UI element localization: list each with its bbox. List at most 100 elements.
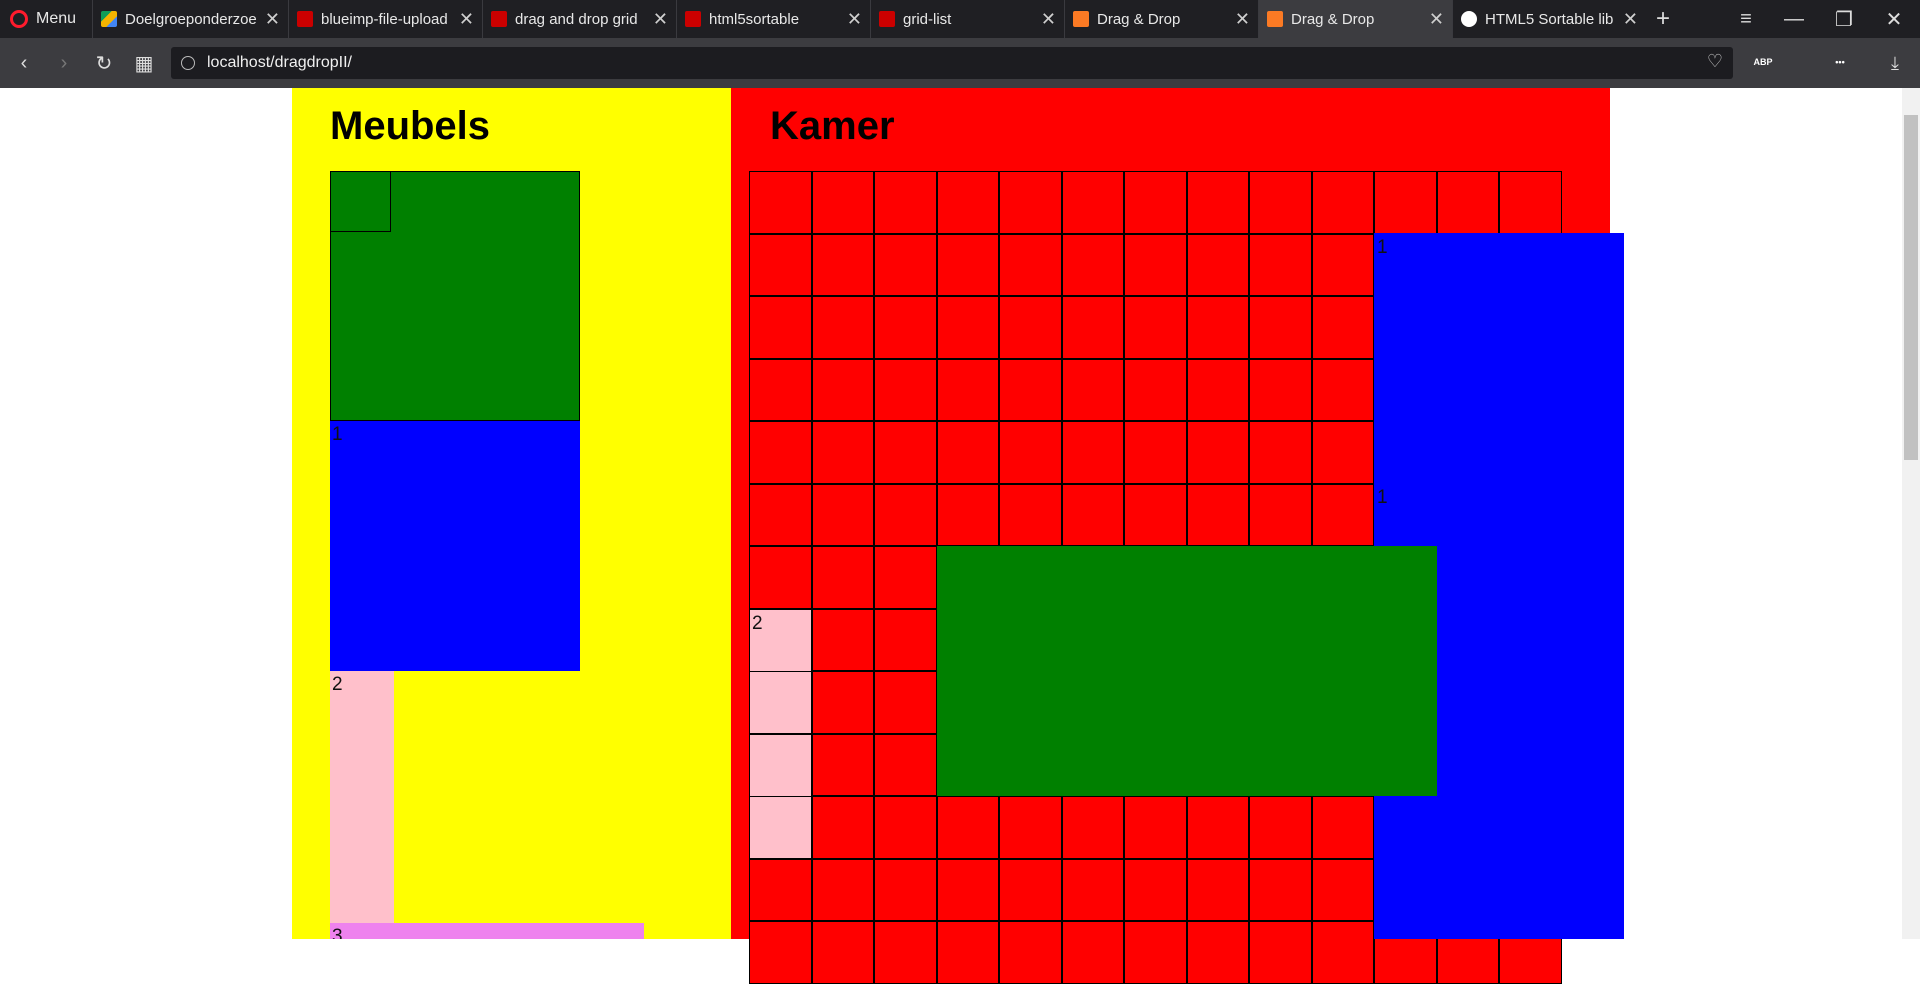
- grid-cell[interactable]: [1311, 796, 1374, 859]
- grid-cell[interactable]: [1124, 921, 1187, 984]
- grid-cell[interactable]: [811, 921, 874, 984]
- grid-cell[interactable]: [1124, 858, 1187, 921]
- grid-cell[interactable]: [999, 421, 1062, 484]
- grid-cell[interactable]: [1124, 796, 1187, 859]
- bookmark-heart-icon[interactable]: ♡: [1707, 51, 1723, 72]
- grid-cell[interactable]: [749, 421, 812, 484]
- grid-cell[interactable]: [1061, 358, 1124, 421]
- close-icon[interactable]: ✕: [1429, 9, 1444, 30]
- grid-cell[interactable]: [1249, 296, 1312, 359]
- window-close-icon[interactable]: ✕: [1874, 0, 1914, 38]
- grid-cell[interactable]: [1249, 171, 1312, 234]
- browser-tab[interactable]: Drag & Drop ✕: [1064, 0, 1258, 38]
- grid-cell[interactable]: [1499, 171, 1562, 234]
- browser-tab[interactable]: HTML5 Sortable lib ✕: [1452, 0, 1646, 38]
- grid-cell[interactable]: [936, 421, 999, 484]
- grid-cell[interactable]: [1311, 233, 1374, 296]
- grid-cell[interactable]: [1186, 858, 1249, 921]
- adblock-plus-icon[interactable]: ABP: [1752, 51, 1774, 73]
- grid-cell[interactable]: [999, 858, 1062, 921]
- grid-cell[interactable]: [1311, 358, 1374, 421]
- grid-cell[interactable]: [1249, 358, 1312, 421]
- grid-cell[interactable]: [874, 171, 937, 234]
- furniture-item-blue[interactable]: 1: [330, 421, 580, 671]
- grid-cell[interactable]: [1311, 296, 1374, 359]
- grid-cell[interactable]: [1061, 858, 1124, 921]
- grid-cell[interactable]: [749, 921, 812, 984]
- grid-cell[interactable]: [874, 858, 937, 921]
- grid-cell[interactable]: [999, 233, 1062, 296]
- furniture-item-green[interactable]: [330, 171, 580, 421]
- restore-icon[interactable]: ❐: [1824, 0, 1864, 38]
- grid-cell[interactable]: [1061, 483, 1124, 546]
- grid-cell[interactable]: [1061, 171, 1124, 234]
- forward-arrow-icon[interactable]: ›: [46, 38, 82, 88]
- browser-tab[interactable]: blueimp-file-upload ✕: [288, 0, 482, 38]
- grid-cell[interactable]: [1124, 358, 1187, 421]
- grid-cell[interactable]: [1311, 858, 1374, 921]
- grid-cell[interactable]: [749, 546, 812, 609]
- grid-cell[interactable]: [936, 858, 999, 921]
- grid-cell[interactable]: [1436, 171, 1499, 234]
- grid-cell[interactable]: [811, 233, 874, 296]
- browser-tab[interactable]: drag and drop grid ✕: [482, 0, 676, 38]
- grid-cell[interactable]: [1061, 921, 1124, 984]
- grid-cell[interactable]: [936, 921, 999, 984]
- url-input[interactable]: localhost/dragdropII/ ♡: [171, 47, 1733, 79]
- grid-cell[interactable]: [811, 483, 874, 546]
- furniture-item-violet[interactable]: 3: [330, 923, 644, 939]
- grid-cell[interactable]: [999, 483, 1062, 546]
- grid-cell[interactable]: [874, 796, 937, 859]
- reload-icon[interactable]: ↻: [86, 38, 122, 88]
- grid-cell[interactable]: [811, 358, 874, 421]
- close-icon[interactable]: ✕: [1041, 9, 1056, 30]
- grid-cell[interactable]: [999, 296, 1062, 359]
- grid-cell[interactable]: [811, 421, 874, 484]
- page-scrollbar-thumb[interactable]: [1904, 115, 1918, 460]
- opera-menu-button[interactable]: Menu: [0, 0, 90, 38]
- grid-cell[interactable]: [749, 483, 812, 546]
- grid-cell[interactable]: [874, 608, 937, 671]
- placed-furniture-blue[interactable]: 1: [1374, 233, 1624, 483]
- grid-cell[interactable]: [1249, 483, 1312, 546]
- grid-cell[interactable]: [749, 358, 812, 421]
- grid-cell[interactable]: [936, 233, 999, 296]
- grid-cell[interactable]: [874, 296, 937, 359]
- grid-cell[interactable]: [1186, 421, 1249, 484]
- grid-cell[interactable]: [1186, 921, 1249, 984]
- browser-tab[interactable]: html5sortable ✕: [676, 0, 870, 38]
- grid-cell[interactable]: [874, 546, 937, 609]
- grid-cell[interactable]: [1249, 921, 1312, 984]
- grid-cell[interactable]: [749, 171, 812, 234]
- download-icon[interactable]: ⤓: [1880, 38, 1910, 88]
- grid-cell[interactable]: [1061, 233, 1124, 296]
- speed-dial-grid-icon[interactable]: ▦: [126, 38, 162, 88]
- back-arrow-icon[interactable]: ‹: [6, 38, 42, 88]
- grid-cell[interactable]: [874, 671, 937, 734]
- browser-tab[interactable]: grid-list ✕: [870, 0, 1064, 38]
- grid-cell[interactable]: [1124, 171, 1187, 234]
- grid-cell[interactable]: [811, 546, 874, 609]
- furniture-item-pink[interactable]: 2: [330, 671, 394, 923]
- grid-cell[interactable]: [874, 421, 937, 484]
- grid-cell[interactable]: [811, 296, 874, 359]
- lastpass-icon[interactable]: •••: [1829, 51, 1851, 73]
- grid-cell[interactable]: [999, 796, 1062, 859]
- grid-cell[interactable]: [1186, 796, 1249, 859]
- grid-cell[interactable]: [1124, 483, 1187, 546]
- grid-cell[interactable]: [999, 358, 1062, 421]
- placed-furniture-pink[interactable]: 2: [749, 609, 812, 859]
- grid-cell[interactable]: [1374, 171, 1437, 234]
- grid-cell[interactable]: [1249, 796, 1312, 859]
- grid-cell[interactable]: [1124, 233, 1187, 296]
- grid-cell[interactable]: [1186, 358, 1249, 421]
- grid-cell[interactable]: [874, 358, 937, 421]
- browser-tab[interactable]: Doelgroeponderzoek ✕: [92, 0, 288, 38]
- grid-cell[interactable]: [811, 171, 874, 234]
- grid-cell[interactable]: [811, 796, 874, 859]
- close-icon[interactable]: ✕: [653, 9, 668, 30]
- grid-cell[interactable]: [1186, 296, 1249, 359]
- grid-cell[interactable]: [1249, 421, 1312, 484]
- grid-cell[interactable]: [749, 858, 812, 921]
- grid-cell[interactable]: [1249, 233, 1312, 296]
